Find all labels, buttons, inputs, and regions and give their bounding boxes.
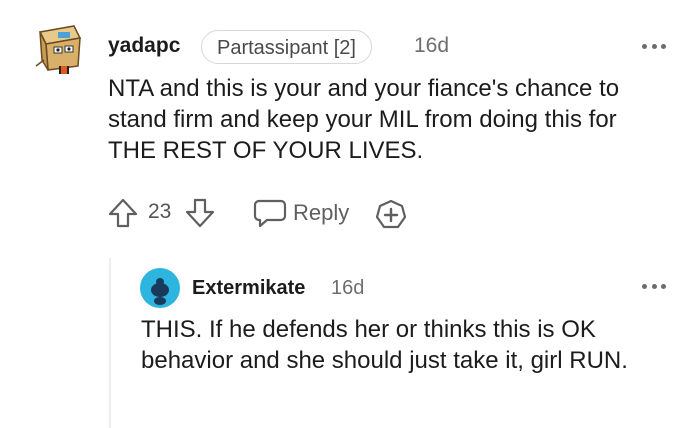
- reply-timestamp: 16d: [331, 277, 365, 299]
- reply-body: THIS. If he defends her or thinks this i…: [141, 316, 628, 374]
- upvote-icon[interactable]: [107, 197, 139, 229]
- downvote-icon[interactable]: [184, 197, 216, 229]
- more-options-icon[interactable]: [642, 42, 666, 50]
- reply-avatar[interactable]: [140, 268, 180, 308]
- user-avatar[interactable]: [30, 20, 90, 78]
- comment-timestamp: 16d: [414, 34, 450, 57]
- reply-bubble-icon[interactable]: [253, 198, 287, 228]
- reply-username[interactable]: Extermikate: [192, 277, 305, 300]
- reply-button[interactable]: Reply: [293, 200, 349, 226]
- vote-count: 23: [148, 200, 172, 223]
- more-options-icon[interactable]: [642, 282, 666, 290]
- comment-username[interactable]: yadapc: [108, 34, 180, 58]
- comment-body: NTA and this is your and your fiance's c…: [108, 75, 620, 164]
- thread-line[interactable]: [109, 258, 111, 428]
- user-flair: Partassipant [2]: [201, 30, 372, 64]
- award-icon[interactable]: [374, 199, 408, 231]
